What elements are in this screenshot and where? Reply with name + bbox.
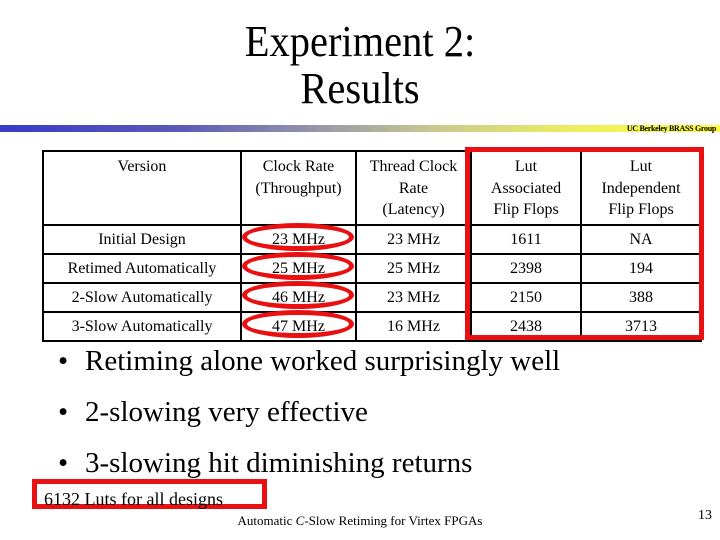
- cell-lut-associated-ff: 1611: [470, 224, 582, 255]
- slide-title-line-1: Experiment 2:: [244, 17, 476, 66]
- bullet-text: 2-slowing very effective: [85, 396, 368, 428]
- bullet-icon: •: [58, 345, 69, 377]
- cell-lut-associated-ff: 2398: [470, 253, 582, 284]
- cell-thread-clock-rate: 25 MHz: [355, 253, 472, 284]
- bullet-item: • 2-slowing very effective: [58, 394, 560, 445]
- cell-thread-clock-rate: 23 MHz: [355, 224, 472, 255]
- slide-title-line-2: Results: [300, 64, 420, 113]
- cell-version: Initial Design: [42, 224, 242, 255]
- bullet-item: • Retiming alone worked surprisingly well: [58, 343, 560, 394]
- header-text: Independent: [601, 179, 681, 197]
- bullet-icon: •: [58, 447, 69, 479]
- table-row: Initial Design 23 MHz 23 MHz 1611 NA: [42, 224, 702, 255]
- table-row: 3-Slow Automatically 47 MHz 16 MHz 2438 …: [42, 311, 702, 342]
- cell-clock-rate: 25 MHz: [240, 253, 357, 284]
- header-text: Version: [117, 158, 167, 175]
- header-text: (Throughput): [255, 179, 342, 197]
- cell-thread-clock-rate: 23 MHz: [355, 282, 472, 313]
- footer-suffix: -Slow Retiming for Virtex FPGAs: [304, 513, 483, 528]
- cell-clock-rate: 46 MHz: [240, 282, 357, 313]
- header-text: Flip Flops: [608, 201, 674, 218]
- bullet-text: Retiming alone worked surprisingly well: [85, 345, 561, 377]
- lut-count-note: 6132 Luts for all designs: [32, 479, 267, 509]
- header-text: Rate: [398, 179, 429, 197]
- header-text: (Latency): [382, 201, 445, 218]
- table-row: 2-Slow Automatically 46 MHz 23 MHz 2150 …: [42, 282, 702, 313]
- bullet-icon: •: [58, 396, 69, 428]
- results-table: Version Clock Rate (Throughput) Thread C…: [42, 150, 702, 342]
- cell-version: Retimed Automatically: [42, 253, 242, 284]
- header-lut-independent-ff: Lut Independent Flip Flops: [580, 150, 702, 226]
- header-text: Flip Flops: [493, 201, 559, 218]
- group-label: UC Berkeley BRASS Group: [626, 124, 716, 133]
- bullet-text: 3-slowing hit diminishing returns: [85, 447, 473, 479]
- header-text: Lut: [629, 158, 653, 175]
- cell-version: 3-Slow Automatically: [42, 311, 242, 342]
- cell-lut-independent-ff: 194: [580, 253, 702, 284]
- table-row: Retimed Automatically 25 MHz 25 MHz 2398…: [42, 253, 702, 284]
- header-text: Lut: [514, 158, 538, 175]
- title-gradient-divider: [0, 125, 720, 132]
- header-text: Clock Rate: [262, 158, 335, 175]
- header-clock-rate: Clock Rate (Throughput): [240, 150, 357, 226]
- cell-lut-independent-ff: 3713: [580, 311, 702, 342]
- table-header-row: Version Clock Rate (Throughput) Thread C…: [42, 150, 702, 226]
- header-version: Version: [42, 150, 242, 226]
- footer-prefix: Automatic: [237, 513, 296, 528]
- cell-lut-independent-ff: NA: [580, 224, 702, 255]
- cell-clock-rate: 23 MHz: [240, 224, 357, 255]
- cell-thread-clock-rate: 16 MHz: [355, 311, 472, 342]
- page-number: 13: [698, 508, 712, 523]
- header-lut-associated-ff: Lut Associated Flip Flops: [470, 150, 582, 226]
- bullet-list: • Retiming alone worked surprisingly well…: [58, 343, 560, 496]
- cell-clock-rate: 47 MHz: [240, 311, 357, 342]
- header-text: Thread Clock: [369, 158, 458, 175]
- cell-lut-independent-ff: 388: [580, 282, 702, 313]
- slide-title: Experiment 2: Results: [0, 18, 720, 112]
- header-thread-clock-rate: Thread Clock Rate (Latency): [355, 150, 472, 226]
- slide-footer: Automatic C-Slow Retiming for Virtex FPG…: [0, 513, 720, 529]
- cell-lut-associated-ff: 2150: [470, 282, 582, 313]
- header-text: Associated: [490, 179, 562, 197]
- cell-version: 2-Slow Automatically: [42, 282, 242, 313]
- cell-lut-associated-ff: 2438: [470, 311, 582, 342]
